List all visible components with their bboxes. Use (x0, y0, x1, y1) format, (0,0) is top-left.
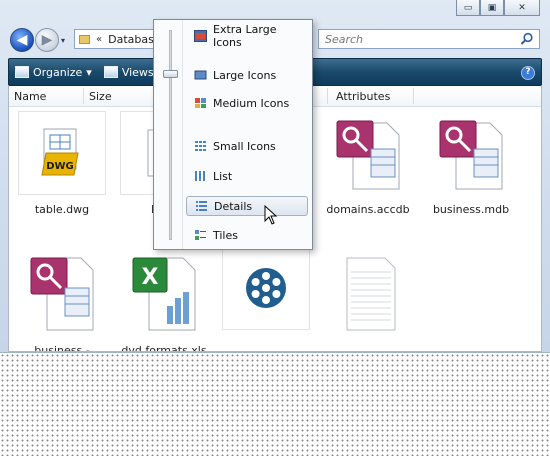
svg-text:X: X (142, 265, 159, 290)
organize-button[interactable]: Organize ▾ (9, 59, 98, 85)
access-icon (30, 257, 94, 331)
file-name: table.dwg (34, 203, 90, 216)
recent-pages-dropdown[interactable]: ▾ (61, 36, 65, 45)
address-overflow-chevron[interactable]: « (96, 34, 102, 45)
forward-button[interactable]: ▶ (35, 28, 59, 52)
caption-buttons: ▭ ▣ ✕ (456, 0, 540, 16)
blank-document-icon (346, 257, 396, 331)
access-icon (439, 120, 503, 190)
file-name: dvd formats.xls (121, 344, 207, 352)
search-box[interactable] (318, 29, 540, 49)
file-item[interactable]: business.mdb (421, 111, 521, 216)
menu-item-small-icons[interactable]: Small Icons (186, 136, 308, 156)
column-header-name[interactable]: Name (14, 90, 46, 103)
maximize-button[interactable]: ▣ (480, 0, 504, 16)
organize-icon (15, 66, 29, 78)
menu-item-large-icons[interactable]: Large Icons (186, 65, 308, 85)
file-item[interactable] (318, 252, 418, 344)
file-name: business - (34, 344, 90, 352)
folder-icon (79, 34, 90, 44)
search-input[interactable] (325, 32, 515, 46)
dwg-icon: DWG (41, 128, 79, 176)
menu-divider (182, 20, 183, 249)
large-icons-icon (194, 70, 207, 80)
file-thumbnail (427, 111, 515, 195)
view-slider-thumb[interactable] (163, 70, 178, 78)
close-button[interactable]: ✕ (504, 0, 540, 16)
menu-item-label: Details (214, 199, 253, 213)
list-view-icon (195, 171, 205, 181)
column-divider[interactable] (413, 88, 414, 104)
help-icon[interactable]: ? (521, 66, 535, 80)
column-divider[interactable] (83, 88, 84, 104)
menu-item-label: List (213, 169, 233, 183)
views-icon (103, 66, 118, 78)
file-thumbnail: X (120, 252, 208, 336)
tiles-view-icon (195, 230, 206, 240)
menu-item-label: Extra Large Icons (213, 23, 277, 49)
small-icons-icon (195, 141, 206, 151)
details-view-icon (196, 201, 207, 211)
file-thumbnail: DWG (18, 111, 106, 195)
file-item[interactable]: business - (12, 252, 112, 352)
menu-item-label: Tiles (213, 228, 238, 242)
file-thumbnail (18, 252, 106, 336)
menu-item-details[interactable]: Details (186, 196, 308, 216)
column-divider[interactable] (327, 88, 328, 104)
menu-item-extra-large-icons[interactable]: Extra Large Icons (186, 23, 308, 49)
file-name: domains.accdb (326, 203, 410, 216)
column-header-size[interactable]: Size (89, 90, 112, 103)
organize-label: Organize (33, 65, 83, 79)
views-button[interactable]: Views (98, 59, 160, 85)
file-item[interactable]: DWG table.dwg (12, 111, 112, 216)
chevron-down-icon: ▾ (86, 65, 92, 79)
excel-icon: X (132, 257, 196, 331)
views-menu: Extra Large Icons Large Icons Medium Ico… (153, 19, 313, 250)
medium-icons-icon (195, 98, 206, 108)
view-slider-track[interactable] (169, 30, 172, 240)
views-label: Views (121, 65, 154, 79)
file-name: business.mdb (432, 203, 510, 216)
menu-item-list[interactable]: List (186, 166, 308, 186)
access-icon (336, 120, 400, 190)
menu-item-label: Medium Icons (213, 96, 290, 110)
menu-item-label: Large Icons (213, 68, 277, 82)
mouse-cursor-icon (264, 205, 278, 225)
menu-item-medium-icons[interactable]: Medium Icons (186, 93, 308, 113)
column-header-attributes[interactable]: Attributes (336, 90, 390, 103)
file-item[interactable]: X dvd formats.xls (114, 252, 214, 352)
extra-large-icons-icon (194, 30, 207, 42)
file-item[interactable] (216, 246, 316, 338)
snowflake-icon (246, 268, 286, 308)
dotted-backdrop (0, 353, 550, 456)
file-thumbnail (222, 246, 310, 330)
svg-text:DWG: DWG (46, 161, 74, 172)
minimize-button[interactable]: ▭ (456, 0, 480, 16)
menu-item-tiles[interactable]: Tiles (186, 225, 308, 245)
file-thumbnail (324, 252, 412, 336)
back-button[interactable]: ◀ (10, 28, 34, 52)
file-item[interactable]: domains.accdb (318, 111, 418, 216)
file-thumbnail (324, 111, 412, 195)
menu-item-label: Small Icons (213, 139, 276, 153)
search-icon[interactable] (520, 32, 534, 46)
